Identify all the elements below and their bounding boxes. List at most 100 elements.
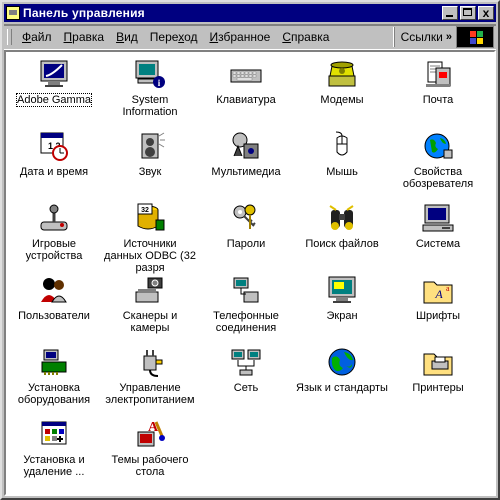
control-panel-item[interactable]: Пароли: [198, 200, 294, 272]
control-panel-item-label: Темы рабочего стола: [111, 454, 189, 478]
svg-text:A: A: [434, 287, 443, 301]
power-plug-icon: [134, 346, 166, 378]
control-panel-item-label: Установка оборудования: [17, 382, 91, 406]
control-panel-item[interactable]: Поиск файлов: [294, 200, 390, 272]
close-button[interactable]: x: [478, 6, 494, 20]
svg-text:a: a: [446, 284, 450, 293]
network-icon: [230, 346, 262, 378]
joystick-icon: [38, 202, 70, 234]
computer-icon: [422, 202, 454, 234]
menu-bar: Файл Правка Вид Переход Избранное Справка Ссы…: [4, 24, 496, 50]
control-panel-item[interactable]: Модемы: [294, 56, 390, 128]
control-panel-item[interactable]: i System Information: [102, 56, 198, 128]
control-panel-item[interactable]: Телефонные соединения: [198, 272, 294, 344]
title-bar[interactable]: Панель управления x: [4, 4, 496, 22]
control-panel-item[interactable]: Adobe Gamma: [6, 56, 102, 128]
control-panel-item-label: Сеть: [233, 382, 259, 394]
menu-item-2[interactable]: Вид: [110, 30, 144, 44]
control-panel-item-label: Система: [415, 238, 461, 250]
hardware-install-icon: [38, 346, 70, 378]
users-icon: [38, 274, 70, 306]
control-panel-item[interactable]: 32 Источники данных ODBC (32 разря: [102, 200, 198, 274]
control-panel-item[interactable]: Управление электропитанием: [102, 344, 198, 416]
control-panel-item[interactable]: Мультимедиа: [198, 128, 294, 200]
minimize-icon: [446, 15, 453, 17]
icon-view[interactable]: Adobe Gamma i System Information Клавиатура…: [4, 50, 496, 496]
control-panel-item-label: Установка и удаление ...: [23, 454, 85, 478]
menu-item-0[interactable]: Файл: [16, 30, 58, 44]
control-panel-item-label: Управление электропитанием: [105, 382, 195, 406]
control-panel-item-label: System Information: [122, 94, 178, 118]
control-panel-item-label: Почта: [422, 94, 454, 106]
control-panel-item-label: Клавиатура: [216, 94, 276, 106]
maximize-button[interactable]: [460, 6, 476, 20]
fonts-folder-icon: Aa: [422, 274, 454, 306]
control-panel-item-label: Принтеры: [412, 382, 464, 394]
minimize-button[interactable]: [442, 6, 458, 20]
keyboard-icon: [230, 58, 262, 90]
mouse-icon: [326, 130, 358, 162]
links-toolbar[interactable]: Ссылки »: [393, 27, 456, 47]
control-panel-item-label: Свойства обозревателя: [402, 166, 474, 190]
control-panel-item[interactable]: Aa Шрифты: [390, 272, 486, 344]
modem-phone-icon: [326, 58, 358, 90]
window-title: Панель управления: [23, 6, 145, 20]
speaker-icon: [134, 130, 166, 162]
control-panel-item-label: Источники данных ODBC (32 разря: [104, 238, 196, 274]
control-panel-item[interactable]: Принтеры: [390, 344, 486, 416]
mail-icon: [422, 58, 454, 90]
binoculars-icon: [326, 202, 358, 234]
windows-logo-icon: [456, 26, 494, 48]
control-panel-item-label: Язык и стандарты: [296, 382, 388, 394]
control-panel-item[interactable]: Сканеры и камеры: [102, 272, 198, 344]
calendar-clock-icon: 1 2: [38, 130, 70, 162]
control-panel-item[interactable]: A Темы рабочего стола: [102, 416, 198, 488]
menu-item-1[interactable]: Правка: [58, 30, 111, 44]
multimedia-icon: [230, 130, 262, 162]
control-panel-item-label: Поиск файлов: [305, 238, 379, 250]
control-panel-item[interactable]: Мышь: [294, 128, 390, 200]
desktop-themes-icon: A: [134, 418, 166, 450]
scanner-camera-icon: [134, 274, 166, 306]
menu-bar-grip[interactable]: [7, 29, 12, 45]
menu-item-3[interactable]: Переход: [144, 30, 204, 44]
control-panel-item[interactable]: Язык и стандарты: [294, 344, 390, 416]
control-panel-item-label: Шрифты: [415, 310, 461, 322]
control-panel-items: Adobe Gamma i System Information Клавиатура…: [6, 56, 486, 488]
control-panel-item-label: Пароли: [226, 238, 266, 250]
control-panel-item-label: Мышь: [326, 166, 358, 178]
control-panel-item[interactable]: Установка оборудования: [6, 344, 102, 416]
control-panel-app-icon[interactable]: [6, 6, 20, 20]
printers-folder-icon: [422, 346, 454, 378]
control-panel-item[interactable]: Экран: [294, 272, 390, 344]
computer-info-icon: i: [134, 58, 166, 90]
control-panel-item[interactable]: Пользователи: [6, 272, 102, 344]
control-panel-item[interactable]: Почта: [390, 56, 486, 128]
display-icon: [326, 274, 358, 306]
telephony-icon: [230, 274, 262, 306]
odbc-database-icon: 32: [134, 202, 166, 234]
control-panel-item[interactable]: Система: [390, 200, 486, 272]
monitor-gamma-icon: [38, 58, 70, 90]
control-panel-item[interactable]: Игровые устройства: [6, 200, 102, 272]
globe-icon: [326, 346, 358, 378]
control-panel-item[interactable]: Клавиатура: [198, 56, 294, 128]
control-panel-item-label: Дата и время: [19, 166, 89, 178]
control-panel-item-label: Adobe Gamma: [16, 93, 92, 107]
svg-text:32: 32: [141, 207, 149, 214]
control-panel-item[interactable]: Установка и удаление ...: [6, 416, 102, 488]
menu-item-5[interactable]: Справка: [276, 30, 335, 44]
control-panel-item[interactable]: Звук: [102, 128, 198, 200]
close-icon: x: [482, 6, 490, 20]
control-panel-item[interactable]: Сеть: [198, 344, 294, 416]
control-panel-item-label: Экран: [326, 310, 358, 322]
control-panel-item[interactable]: Свойства обозревателя: [390, 128, 486, 200]
control-panel-item[interactable]: 1 2 Дата и время: [6, 128, 102, 200]
control-panel-item-label: Звук: [138, 166, 162, 178]
menu-item-4[interactable]: Избранное: [203, 30, 276, 44]
links-chevron-icon[interactable]: »: [446, 31, 452, 43]
control-panel-item-label: Модемы: [320, 94, 364, 106]
control-panel-window: Панель управления x Файл Правка Вид Переход…: [0, 0, 500, 500]
control-panel-item-label: Телефонные соединения: [213, 310, 279, 334]
control-panel-item-label: Игровые устройства: [25, 238, 83, 262]
